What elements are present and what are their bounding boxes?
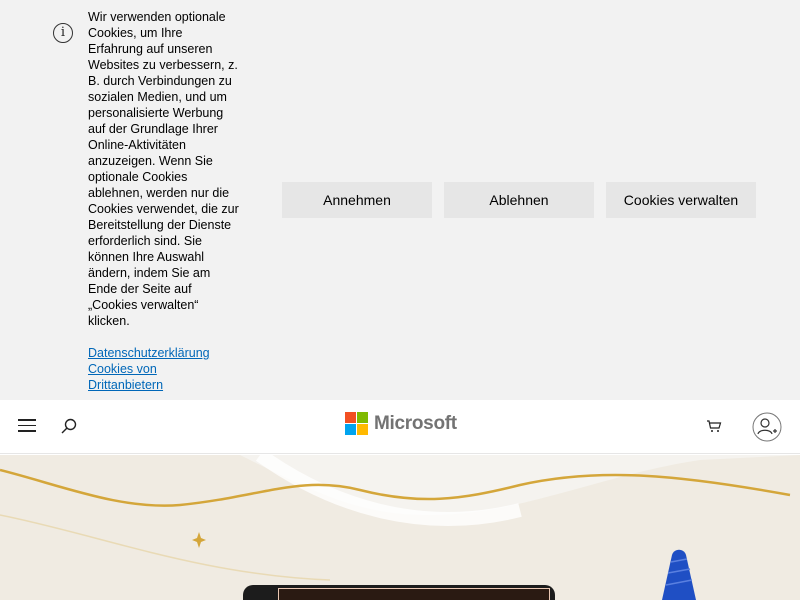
- account-icon[interactable]: [752, 412, 782, 442]
- reject-cookies-button[interactable]: Ablehnen: [444, 182, 594, 218]
- search-icon[interactable]: [60, 417, 78, 435]
- cookie-banner: i Wir verwenden optionale Cookies, um Ih…: [0, 0, 800, 400]
- site-header: Microsoft: [0, 400, 800, 454]
- cookie-notice-text: Wir verwenden optionale Cookies, um Ihre…: [88, 10, 239, 328]
- microsoft-logo[interactable]: Microsoft: [345, 412, 457, 435]
- accept-cookies-button[interactable]: Annehmen: [282, 182, 432, 218]
- third-party-cookies-link[interactable]: Cookies von Drittanbietern: [88, 361, 218, 393]
- info-icon: i: [53, 23, 73, 43]
- cookie-links: Datenschutzerklärung Cookies von Drittan…: [88, 345, 218, 393]
- hero-background-art: [0, 455, 800, 600]
- manage-cookies-button[interactable]: Cookies verwalten: [606, 182, 756, 218]
- cart-icon[interactable]: [706, 418, 722, 434]
- hamburger-menu-icon[interactable]: [18, 419, 36, 433]
- microsoft-squares-icon: [345, 412, 368, 435]
- microsoft-wordmark: Microsoft: [374, 412, 457, 434]
- privacy-statement-link[interactable]: Datenschutzerklärung: [88, 345, 218, 361]
- hero-banner: [0, 455, 800, 600]
- device-screen: [278, 588, 550, 600]
